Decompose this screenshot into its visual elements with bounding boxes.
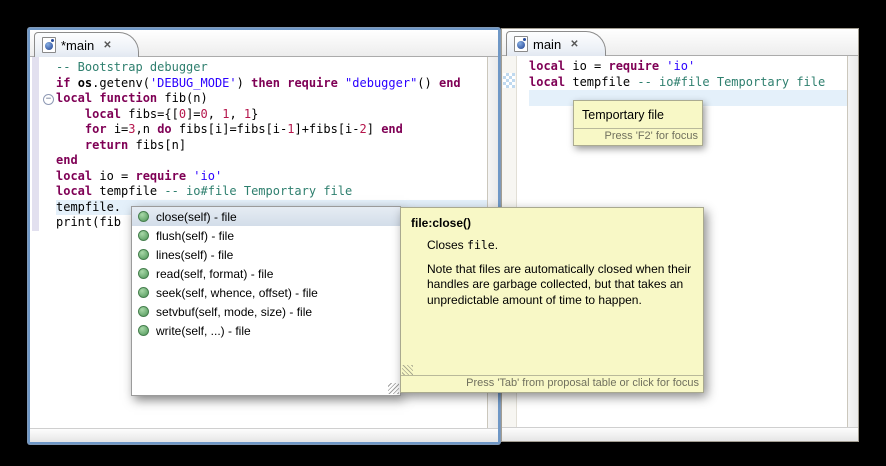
completion-item-label: seek(self, whence, offset) - file	[156, 285, 318, 300]
annotation-ruler[interactable]	[30, 57, 42, 428]
code-line: -- Bootstrap debugger	[56, 60, 208, 74]
code-line: local function fib(n)	[56, 91, 208, 105]
completion-item[interactable]: close(self) - file	[132, 207, 400, 226]
completion-item[interactable]: seek(self, whence, offset) - file	[132, 283, 400, 302]
code-line: local io = require 'io'	[529, 59, 696, 73]
tooltip-footer: Press 'F2' for focus	[574, 128, 702, 145]
completion-item[interactable]: flush(self) - file	[132, 226, 400, 245]
horizontal-scrollbar[interactable]	[30, 428, 498, 442]
close-icon[interactable]: ✕	[103, 40, 111, 51]
code-line: local tempfile -- io#file Temportary fil…	[529, 74, 826, 89]
completion-item-label: lines(self) - file	[156, 247, 234, 262]
hover-tooltip: Temportary file Press 'F2' for focus	[573, 100, 703, 146]
code-line: local io = require 'io'	[56, 168, 223, 183]
workbench-background: *main ✕ − -- Bootstrap debugger if os.get…	[0, 0, 886, 466]
close-icon[interactable]: ✕	[570, 39, 578, 50]
doc-summary: Closes file.	[427, 238, 499, 252]
occurrence-annotation-icon	[503, 73, 515, 88]
completion-item-label: read(self, format) - file	[156, 266, 274, 281]
public-method-icon	[138, 325, 149, 336]
code-line: local fibs={[0]=0, 1, 1}	[84, 106, 259, 121]
completion-popup: close(self) - file flush(self) - file line…	[131, 206, 401, 396]
public-method-icon	[138, 211, 149, 222]
completion-item-label: flush(self) - file	[156, 228, 235, 243]
right-tab-bar: main ✕	[502, 29, 858, 56]
public-method-icon	[138, 287, 149, 298]
collapse-icon[interactable]: −	[43, 94, 54, 105]
lua-file-icon	[514, 36, 528, 52]
tab-label: main	[533, 36, 562, 52]
completion-item-label: close(self) - file	[156, 209, 237, 224]
public-method-icon	[138, 306, 149, 317]
resize-grip-icon[interactable]	[388, 383, 399, 394]
completion-item-label: write(self, ...) - file	[156, 323, 251, 338]
overview-ruler[interactable]	[847, 56, 858, 427]
completion-item-label: setvbuf(self, mode, size) - file	[156, 304, 313, 319]
doc-popup: file:close() Closes file. Note that file…	[400, 207, 704, 393]
tooltip-text: Temportary file	[582, 108, 664, 122]
lua-file-icon	[42, 37, 56, 53]
completion-item[interactable]: lines(self) - file	[132, 245, 400, 264]
code-text: local io = require 'io' local tempfile --…	[529, 56, 847, 106]
folding-ruler[interactable]: −	[42, 57, 56, 428]
tab-label: *main	[61, 37, 95, 53]
code-line: local tempfile -- io#file Temportary fil…	[56, 184, 353, 198]
completion-item[interactable]: write(self, ...) - file	[132, 321, 400, 340]
doc-footer[interactable]: Press 'Tab' from proposal table or click…	[401, 375, 703, 392]
horizontal-scrollbar[interactable]	[502, 427, 858, 441]
tab-main[interactable]: main ✕	[506, 31, 606, 56]
doc-title: file:close()	[411, 216, 472, 230]
doc-note: Note that files are automatically closed…	[427, 261, 692, 307]
completion-item[interactable]: setvbuf(self, mode, size) - file	[132, 302, 400, 321]
left-tab-bar: *main ✕	[30, 30, 498, 57]
public-method-icon	[138, 268, 149, 279]
code-line: return fibs[n]	[84, 137, 187, 152]
code-line: end	[56, 153, 78, 167]
completion-item[interactable]: read(self, format) - file	[132, 264, 400, 283]
completion-list: close(self) - file flush(self) - file line…	[132, 207, 400, 340]
code-line: for i=3,n do fibs[i]=fibs[i-1]+fibs[i-2]…	[84, 122, 403, 136]
code-line: if os.getenv('DEBUG_MODE') then require …	[56, 75, 461, 90]
public-method-icon	[138, 230, 149, 241]
quickdiff-changed-band	[32, 57, 39, 231]
inline-code: file	[467, 238, 495, 252]
code-text: -- Bootstrap debugger if os.getenv('DEBUG…	[56, 57, 487, 231]
public-method-icon	[138, 249, 149, 260]
tab-main-modified[interactable]: *main ✕	[34, 32, 139, 57]
